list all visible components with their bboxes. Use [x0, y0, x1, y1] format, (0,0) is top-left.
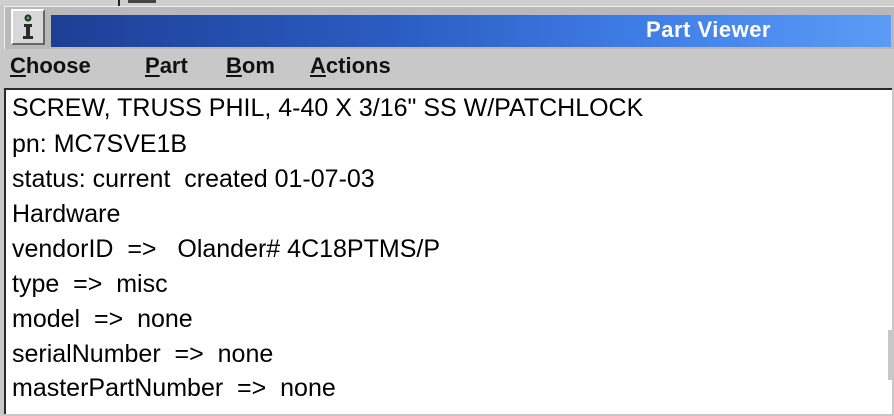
menu-actions-label: ctions: [325, 53, 391, 78]
window-title: Part Viewer: [646, 17, 771, 42]
menu-part-mnemonic: P: [145, 53, 160, 78]
menu-part-label: art: [159, 53, 188, 78]
menu-part[interactable]: Part: [145, 53, 188, 79]
part-status: status: current created 01-07-03: [12, 165, 375, 193]
menu-bom-label: om: [241, 53, 275, 78]
master-part-number: masterPartNumber => none: [12, 374, 336, 402]
system-menu-button[interactable]: [11, 9, 45, 45]
serial-number: serialNumber => none: [12, 340, 274, 368]
title-bar[interactable]: Part Viewer: [4, 6, 894, 49]
menu-actions-mnemonic: A: [310, 53, 326, 78]
vendor-id: vendorID => Olander# 4C18PTMS/P: [12, 235, 440, 263]
part-number: pn: MC7SVE1B: [12, 130, 188, 158]
part-description: SCREW, TRUSS PHIL, 4-40 X 3/16" SS W/PAT…: [12, 94, 644, 122]
top-edge-mark: [128, 0, 156, 3]
info-icon: [23, 14, 33, 39]
menu-bar: Choose Part Bom Actions: [4, 50, 894, 88]
title-area: Part Viewer: [51, 15, 891, 47]
scrollbar-edge: [888, 330, 892, 380]
menu-bom[interactable]: Bom: [226, 53, 275, 79]
menu-choose[interactable]: Choose: [10, 53, 91, 79]
part-model: model => none: [12, 305, 193, 333]
menu-choose-label: hoose: [25, 53, 91, 78]
part-viewer-window: Part Viewer Choose Part Bom Actions SCRE…: [0, 0, 894, 416]
menu-bom-mnemonic: B: [226, 53, 242, 78]
part-category: Hardware: [12, 200, 121, 228]
menu-actions[interactable]: Actions: [310, 53, 391, 79]
part-type: type => misc: [12, 270, 168, 298]
part-details-panel[interactable]: SCREW, TRUSS PHIL, 4-40 X 3/16" SS W/PAT…: [4, 88, 892, 414]
menu-choose-mnemonic: C: [10, 53, 26, 78]
